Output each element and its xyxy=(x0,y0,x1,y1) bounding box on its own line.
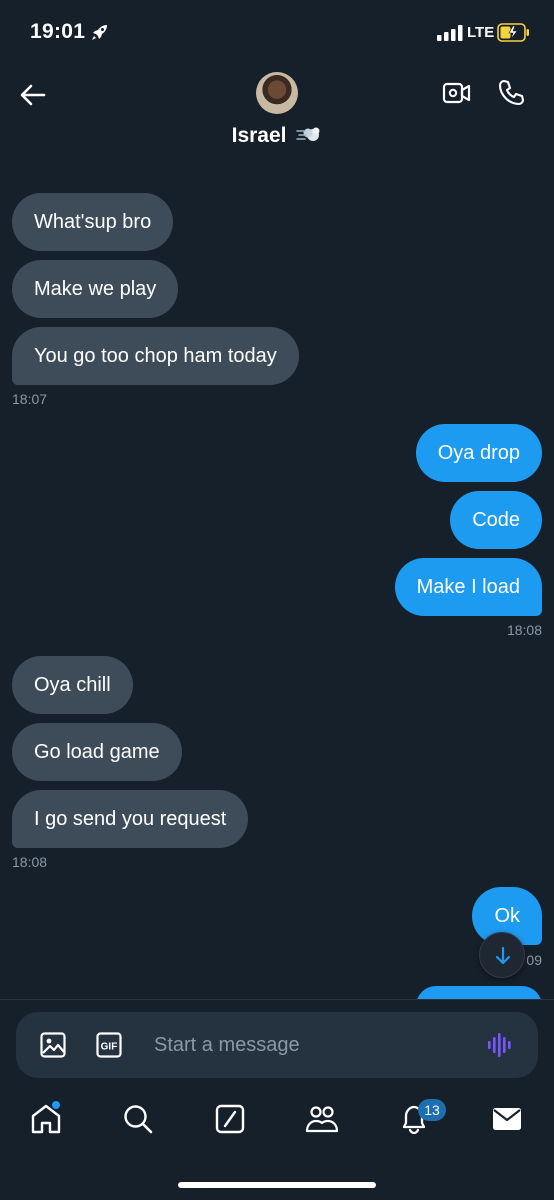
incoming-message[interactable]: Oya chill xyxy=(12,656,133,714)
contact-name: Israel xyxy=(231,124,287,147)
signal-icon xyxy=(437,25,463,41)
contact-name-row[interactable]: Israel xyxy=(0,124,554,148)
svg-text:GIF: GIF xyxy=(101,1042,118,1053)
message-composer: GIF xyxy=(16,1012,538,1078)
tab-search[interactable] xyxy=(121,1102,155,1136)
message-list[interactable]: What'sup bro Make we play You go too cho… xyxy=(0,166,554,1000)
gif-icon[interactable]: GIF xyxy=(96,1032,122,1058)
incoming-message[interactable]: What'sup bro xyxy=(12,193,174,251)
envelope-icon xyxy=(493,1108,521,1130)
outgoing-message[interactable]: Code xyxy=(450,491,542,549)
back-arrow-icon[interactable] xyxy=(18,80,48,110)
message-timestamp: 18:08 xyxy=(12,854,48,870)
voice-icon[interactable] xyxy=(486,1032,514,1058)
outgoing-message-partial[interactable] xyxy=(416,986,542,1000)
message-input[interactable] xyxy=(154,1024,474,1066)
communities-icon xyxy=(305,1106,339,1133)
network-label: LTE xyxy=(467,24,495,41)
scroll-to-bottom-button[interactable] xyxy=(479,932,525,978)
arrow-down-icon xyxy=(495,946,511,965)
search-icon xyxy=(124,1105,153,1134)
message-timestamp: 09 xyxy=(526,952,542,968)
tab-messages[interactable] xyxy=(490,1102,524,1136)
outgoing-message[interactable]: Oya drop xyxy=(415,424,542,482)
status-time: 19:01 xyxy=(30,20,86,43)
message-timestamp: 18:08 xyxy=(506,622,542,638)
incoming-message[interactable]: Make we play xyxy=(12,260,179,318)
image-icon[interactable] xyxy=(40,1032,66,1058)
divider xyxy=(0,999,554,1000)
outgoing-message[interactable]: Make I load xyxy=(394,558,542,616)
notification-count-badge: 13 xyxy=(418,1099,446,1121)
incoming-message[interactable]: I go send you request xyxy=(12,790,249,848)
grok-icon xyxy=(215,1104,245,1134)
tab-bar xyxy=(0,1086,554,1156)
dash-emoji-icon xyxy=(296,127,320,141)
tab-grok[interactable] xyxy=(213,1102,247,1136)
avatar[interactable] xyxy=(256,72,298,114)
message-timestamp: 18:07 xyxy=(12,391,48,407)
battery-charging-icon xyxy=(497,23,529,42)
tab-communities[interactable] xyxy=(305,1102,339,1136)
home-indicator[interactable] xyxy=(178,1182,376,1188)
video-call-icon[interactable] xyxy=(442,79,472,107)
status-bar: 19:01 LTE xyxy=(0,0,554,66)
incoming-message[interactable]: You go too chop ham today xyxy=(12,327,299,385)
incoming-message[interactable]: Go load game xyxy=(12,723,182,781)
phone-icon[interactable] xyxy=(496,78,526,108)
home-unread-dot xyxy=(52,1101,60,1109)
conversation-header: Israel xyxy=(0,66,554,166)
rocket-icon xyxy=(92,25,107,40)
